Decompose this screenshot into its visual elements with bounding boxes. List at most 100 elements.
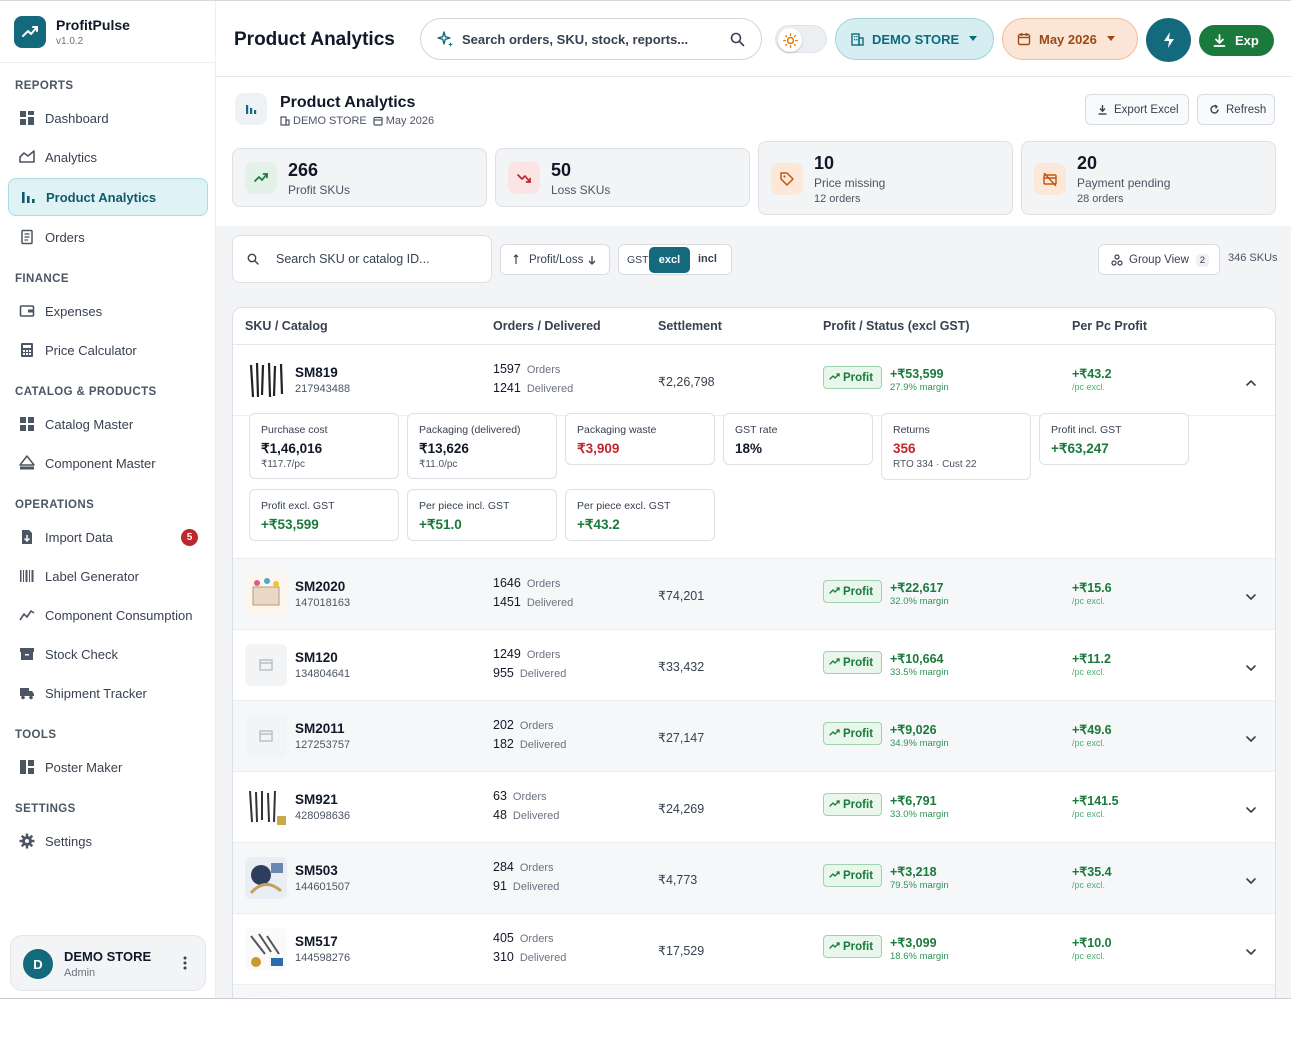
- chevron-up-icon[interactable]: [1245, 374, 1257, 392]
- chevron-down-icon[interactable]: [1245, 872, 1257, 890]
- sidebar-item-import-data[interactable]: Import Data 5: [8, 518, 208, 556]
- delivered-word: Delivered: [512, 810, 560, 822]
- gst-toggle-group: GST excl incl: [618, 244, 732, 275]
- brand[interactable]: ProfitPulse v1.0.2: [14, 15, 130, 49]
- chevron-down-icon[interactable]: [1245, 730, 1257, 748]
- stat-sub: 28 orders: [1077, 193, 1124, 205]
- sidebar-item-label: Import Data: [45, 529, 113, 545]
- orders-count: 63 Orders: [493, 789, 547, 803]
- profit-value: +₹10,664: [890, 652, 944, 666]
- theme-toggle[interactable]: [775, 25, 827, 53]
- user-card[interactable]: D DEMO STORE Admin: [10, 935, 206, 991]
- trend-up-icon: [829, 372, 843, 384]
- sku-code: SM2020: [295, 579, 346, 594]
- analytics-icon: [19, 150, 35, 163]
- page-header-panel: Product Analytics DEMO STORE May 2026 Ex…: [216, 78, 1291, 226]
- table-row[interactable]: SM2020 147018163 1646 Orders 1451 Delivere…: [233, 559, 1275, 630]
- catalog-id: 127253757: [295, 739, 351, 751]
- catalog-id: 147018163: [295, 597, 351, 609]
- sidebar-item-expenses[interactable]: Expenses: [8, 292, 208, 330]
- chevron-down-icon[interactable]: [1245, 659, 1257, 677]
- sidebar-item-dashboard[interactable]: Dashboard: [8, 99, 208, 137]
- chevron-down-icon[interactable]: [1245, 943, 1257, 961]
- status-badge: Profit: [823, 864, 882, 887]
- table-row[interactable]: SM120 134804641 1249 Orders 955 Delivered …: [233, 630, 1275, 701]
- stat-card-profit-skus[interactable]: 266 Profit SKUs: [232, 148, 487, 207]
- orders-count: 1249 Orders: [493, 647, 561, 661]
- sort-profit-loss-button[interactable]: Profit/Loss: [500, 244, 610, 275]
- product-thumbnail: [245, 644, 287, 686]
- export-excel-button[interactable]: Export Excel: [1085, 94, 1189, 125]
- sku-search-input[interactable]: Search SKU or catalog ID...: [232, 235, 492, 283]
- stat-label: Price missing: [814, 176, 886, 190]
- sku-search-placeholder: Search SKU or catalog ID...: [276, 252, 430, 266]
- stat-value: 20: [1077, 153, 1098, 173]
- column-header[interactable]: Orders / Delivered: [493, 319, 601, 333]
- sidebar-item-product-analytics[interactable]: Product Analytics: [8, 178, 208, 216]
- profit-value: +₹3,099: [890, 936, 937, 950]
- gear-icon: [19, 833, 35, 849]
- refresh-button[interactable]: Refresh: [1197, 94, 1275, 125]
- trend-up-icon: [829, 657, 843, 669]
- sidebar-item-stock-check[interactable]: Stock Check: [8, 635, 208, 673]
- column-header[interactable]: SKU / Catalog: [245, 319, 328, 333]
- settlement-amount: ₹4,773: [658, 873, 698, 887]
- catalog-id: 144601507: [295, 881, 351, 893]
- sidebar-item-catalog-master[interactable]: Catalog Master: [8, 405, 208, 443]
- column-header[interactable]: Settlement: [658, 319, 722, 333]
- status-badge: Profit: [823, 722, 882, 745]
- dashboard-icon: [20, 111, 34, 125]
- sidebar-item-component-consumption[interactable]: Component Consumption: [8, 596, 208, 634]
- month-selector[interactable]: May 2026: [1002, 18, 1138, 60]
- sidebar-item-analytics[interactable]: Analytics: [8, 138, 208, 176]
- refresh-label: Refresh: [1226, 103, 1267, 116]
- table-row[interactable]: SM503 144601507 284 Orders 91 Delivered ₹4…: [233, 843, 1275, 914]
- stat-card-loss-skus[interactable]: 50 Loss SKUs: [495, 148, 750, 207]
- group-icon: [1111, 253, 1123, 266]
- sidebar-item-orders[interactable]: Orders: [8, 218, 208, 256]
- gst-incl-button[interactable]: incl: [698, 253, 717, 265]
- lightning-icon: [1163, 32, 1174, 48]
- sidebar-item-label-generator[interactable]: Label Generator: [8, 557, 208, 595]
- delivered-count: 1451 Delivered: [493, 595, 574, 609]
- table-row[interactable]: [233, 985, 1275, 998]
- table-row[interactable]: SM819 217943488 1597 Orders 1241 Delivered…: [233, 345, 1275, 416]
- table-row[interactable]: SM517 144598276 405 Orders 310 Delivered ₹…: [233, 914, 1275, 985]
- group-view-button[interactable]: Group View 2: [1098, 244, 1220, 275]
- more-options-icon[interactable]: [181, 955, 189, 971]
- settlement-amount: ₹27,147: [658, 731, 705, 745]
- profit-margin: 32.0% margin: [890, 596, 949, 607]
- status-badge: Profit: [823, 651, 882, 674]
- sidebar-item-settings[interactable]: Settings: [8, 822, 208, 860]
- sidebar-item-poster-maker[interactable]: Poster Maker: [8, 748, 208, 786]
- chevron-down-icon[interactable]: [1245, 588, 1257, 606]
- table-row[interactable]: SM921 428098636 63 Orders 48 Delivered ₹24…: [233, 772, 1275, 843]
- stat-card-price-missing[interactable]: 10 Price missing 12 orders: [758, 141, 1013, 215]
- sidebar-section-title: OPERATIONS: [15, 499, 95, 511]
- trend-icon: [19, 610, 35, 621]
- sidebar-item-shipment-tracker[interactable]: Shipment Tracker: [8, 674, 208, 712]
- stat-card-payment-pending[interactable]: 20 Payment pending 28 orders: [1021, 141, 1276, 215]
- column-header[interactable]: Profit / Status (excl GST): [823, 319, 970, 333]
- detail-value: +₹51.0: [419, 517, 462, 532]
- product-thumbnail: [245, 715, 287, 757]
- chevron-down-icon[interactable]: [1245, 801, 1257, 819]
- sidebar-item-component-master[interactable]: Component Master: [8, 444, 208, 482]
- gst-excl-button[interactable]: excl: [649, 247, 690, 273]
- detail-value: +₹43.2: [577, 517, 620, 532]
- sidebar-item-price-calculator[interactable]: Price Calculator: [8, 331, 208, 369]
- table-row[interactable]: SM2011 127253757 202 Orders 182 Delivered …: [233, 701, 1275, 772]
- trend-up-icon: [829, 941, 843, 953]
- gst-label: GST: [627, 253, 649, 266]
- search-icon[interactable]: [730, 32, 745, 47]
- profit-margin: 27.9% margin: [890, 382, 949, 393]
- column-header[interactable]: Per Pc Profit: [1072, 319, 1147, 333]
- detail-label: Purchase cost: [261, 424, 328, 436]
- global-search-input[interactable]: Search orders, SKU, stock, reports...: [420, 18, 762, 60]
- store-selector[interactable]: DEMO STORE: [835, 18, 994, 60]
- export-button[interactable]: Exp: [1199, 25, 1274, 56]
- orders-count: 202 Orders: [493, 718, 554, 732]
- detail-card: Packaging (delivered) ₹13,626 ₹11.0/pc: [407, 413, 557, 479]
- app-window: ProfitPulse v1.0.2 REPORTS Dashboard Ana…: [0, 0, 1291, 999]
- quick-action-button[interactable]: [1146, 18, 1191, 62]
